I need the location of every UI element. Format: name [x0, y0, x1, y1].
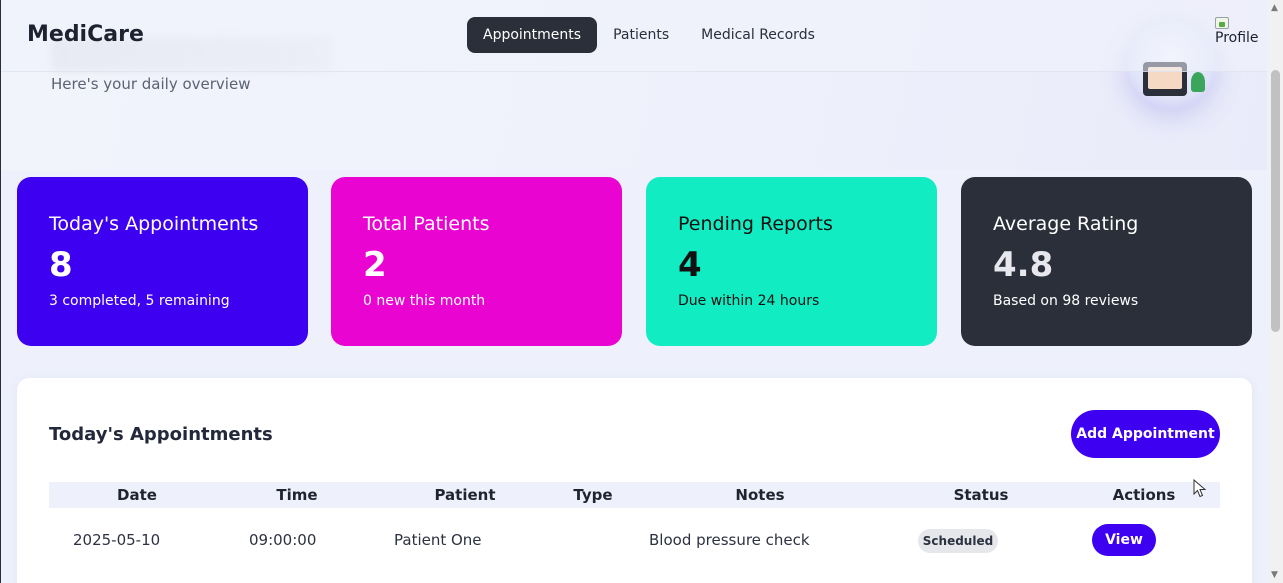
- profile-avatar[interactable]: Profile: [1215, 17, 1259, 47]
- column-header-notes[interactable]: Notes: [735, 486, 784, 504]
- page-scrollbar[interactable]: ▲ ▼: [1268, 0, 1283, 583]
- stat-card-patients: Total Patients 2 0 new this month: [331, 177, 622, 346]
- nav-medical-records[interactable]: Medical Records: [685, 17, 831, 53]
- column-header-status[interactable]: Status: [954, 486, 1009, 504]
- column-header-type[interactable]: Type: [573, 486, 612, 504]
- nav-patients[interactable]: Patients: [597, 17, 685, 53]
- nav-appointments[interactable]: Appointments: [467, 17, 598, 53]
- cell-notes: Blood pressure check: [649, 531, 810, 549]
- panel-title: Today's Appointments: [49, 424, 273, 445]
- stat-title: Total Patients: [363, 213, 490, 235]
- stat-title: Today's Appointments: [49, 213, 259, 235]
- table-header: Date Time Patient Type Notes Status Acti…: [49, 482, 1220, 508]
- column-header-patient[interactable]: Patient: [434, 486, 495, 504]
- stat-subtext: Based on 98 reviews: [993, 293, 1139, 309]
- hero-subtitle: Here's your daily overview: [51, 75, 251, 93]
- stat-subtext: Due within 24 hours: [678, 293, 820, 309]
- table-row[interactable]: 2025-05-10 09:00:00 Patient One Blood pr…: [49, 518, 1220, 568]
- top-navbar: MediCare Appointments Patients Medical R…: [1, 0, 1267, 72]
- stat-subtext: 0 new this month: [363, 293, 486, 309]
- stat-subtext: 3 completed, 5 remaining: [49, 293, 230, 309]
- stat-value: 4: [678, 245, 702, 285]
- broken-image-icon: [1215, 17, 1229, 29]
- nav-links: Appointments Patients Medical Records: [467, 17, 831, 53]
- view-button[interactable]: View: [1092, 524, 1156, 556]
- column-header-actions: Actions: [1112, 486, 1176, 504]
- stat-value: 2: [363, 245, 387, 285]
- column-header-time[interactable]: Time: [276, 486, 317, 504]
- scroll-up-arrow-icon[interactable]: ▲: [1271, 3, 1278, 13]
- cell-date: 2025-05-10: [73, 531, 161, 549]
- cell-time: 09:00:00: [249, 531, 317, 549]
- brand-logo[interactable]: MediCare: [27, 22, 144, 47]
- scroll-thumb[interactable]: [1271, 70, 1280, 332]
- stat-card-pending-reports: Pending Reports 4 Due within 24 hours: [646, 177, 937, 346]
- stat-value: 8: [49, 245, 73, 285]
- status-badge: Scheduled: [918, 529, 998, 553]
- add-appointment-button[interactable]: Add Appointment: [1071, 410, 1220, 458]
- stat-card-appointments: Today's Appointments 8 3 completed, 5 re…: [17, 177, 308, 346]
- column-header-date[interactable]: Date: [117, 486, 157, 504]
- stat-title: Pending Reports: [678, 213, 833, 235]
- profile-alt-text: Profile: [1215, 30, 1259, 46]
- appointments-panel: Today's Appointments Add Appointment Dat…: [17, 378, 1252, 583]
- stat-title: Average Rating: [993, 213, 1139, 235]
- stat-value: 4.8: [993, 245, 1054, 285]
- plant-illustration: [1191, 72, 1205, 92]
- cell-patient: Patient One: [394, 531, 482, 549]
- stat-card-rating: Average Rating 4.8 Based on 98 reviews: [961, 177, 1252, 346]
- scroll-down-arrow-icon[interactable]: ▼: [1271, 570, 1278, 580]
